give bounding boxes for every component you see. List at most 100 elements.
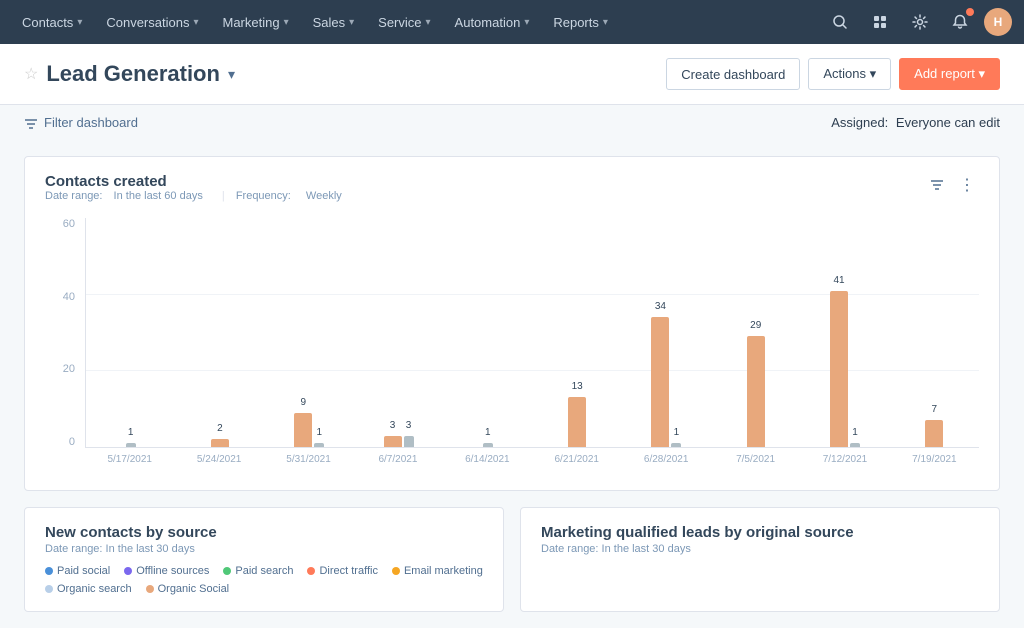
x-label: 6/21/2021 [532,454,621,465]
bar-gray[interactable]: 1 [850,443,860,447]
bar-orange[interactable]: 2 [211,439,229,447]
legend-label: Paid social [57,565,110,577]
chevron-down-icon: ▾ [524,17,529,28]
settings-icon[interactable] [904,6,936,38]
title-dropdown-icon[interactable]: ▾ [228,66,235,83]
x-label: 5/24/2021 [174,454,263,465]
legend-item: Offline sources [124,565,209,577]
legend-label: Email marketing [404,565,483,577]
bar-value: 1 [316,427,322,438]
bottom-right-title: Marketing qualified leads by original so… [541,524,979,541]
legend-item: Organic Social [146,583,230,595]
bar-orange[interactable]: 7 [925,420,943,447]
legend-item: Organic search [45,583,132,595]
page-header: ☆ Lead Generation ▾ Create dashboard Act… [0,44,1024,105]
bar-value: 1 [674,427,680,438]
legend-dot [124,567,132,575]
x-label: 6/14/2021 [443,454,532,465]
bottom-left-title: New contacts by source [45,524,483,541]
bar-orange[interactable]: 29 [747,336,765,447]
bar-value: 2 [217,423,223,434]
nav-item-service[interactable]: Service ▾ [368,0,440,44]
bottom-right-meta: Date range: In the last 30 days [541,543,979,555]
notification-badge [966,8,974,16]
main-content: Contacts created Date range: In the last… [0,140,1024,628]
legend-item: Email marketing [392,565,483,577]
chart-filter-icon[interactable] [925,173,949,197]
bar-group: 341 [622,218,711,447]
bar-orange[interactable]: 9 [294,413,312,447]
legend-label: Organic search [57,583,132,595]
add-report-button[interactable]: Add report ▾ [899,58,1000,90]
new-contacts-by-source-card: New contacts by source Date range: In th… [24,507,504,612]
x-label: 5/17/2021 [85,454,174,465]
chevron-down-icon: ▾ [603,17,608,28]
favorite-icon[interactable]: ☆ [24,64,38,84]
legend-dot [45,585,53,593]
assigned-text: Assigned: Everyone can edit [831,115,1000,130]
bar-value: 34 [655,301,666,312]
nav-item-contacts[interactable]: Contacts ▾ [12,0,92,44]
nav-item-automation[interactable]: Automation ▾ [445,0,540,44]
page-title-area: ☆ Lead Generation ▾ [24,61,235,87]
chart-more-icon[interactable]: ⋮ [955,173,979,197]
search-icon[interactable] [824,6,856,38]
bar-group: 13 [532,218,621,447]
mql-by-source-card: Marketing qualified leads by original so… [520,507,1000,612]
filter-dashboard-button[interactable]: Filter dashboard [24,115,138,130]
nav-item-sales[interactable]: Sales ▾ [303,0,365,44]
bar-group: 1 [86,218,175,447]
bar-value: 1 [852,427,858,438]
chart-meta: Date range: In the last 60 days | Freque… [45,190,350,202]
nav-item-marketing[interactable]: Marketing ▾ [212,0,298,44]
create-dashboard-button[interactable]: Create dashboard [666,58,800,90]
bar-gray[interactable]: 3 [404,436,414,447]
header-actions: Create dashboard Actions ▾ Add report ▾ [666,58,1000,90]
notifications-icon[interactable] [944,6,976,38]
bar-gray[interactable]: 1 [671,443,681,447]
bar-gray[interactable]: 1 [483,443,493,447]
legend-item: Paid social [45,565,110,577]
legend-label: Paid search [235,565,293,577]
bar-value: 1 [128,427,134,438]
x-label: 7/5/2021 [711,454,800,465]
bar-gray[interactable]: 1 [314,443,324,447]
nav-bar: Contacts ▾ Conversations ▾ Marketing ▾ S… [0,0,1024,44]
legend-row: Paid socialOffline sourcesPaid searchDir… [45,565,483,595]
grid-icon[interactable] [864,6,896,38]
bar-group: 411 [800,218,889,447]
page-title: Lead Generation [46,61,220,87]
legend-label: Offline sources [136,565,209,577]
contacts-created-chart-card: Contacts created Date range: In the last… [24,156,1000,491]
legend-item: Paid search [223,565,293,577]
bar-gray[interactable]: 1 [126,443,136,447]
chart-area: 129133113341294117 [85,218,979,448]
bar-value: 13 [572,381,583,392]
bar-orange[interactable]: 41 [830,291,848,447]
nav-icons: H [824,6,1012,38]
chevron-down-icon: ▾ [426,17,431,28]
bar-orange[interactable]: 13 [568,397,586,447]
y-axis: 60 40 20 0 [45,218,81,448]
avatar[interactable]: H [984,8,1012,36]
chevron-down-icon: ▾ [349,17,354,28]
x-label: 5/31/2021 [264,454,353,465]
bar-orange[interactable]: 3 [384,436,402,447]
chevron-down-icon: ▾ [193,17,198,28]
x-axis: 5/17/20215/24/20215/31/20216/7/20216/14/… [85,448,979,465]
filter-bar: Filter dashboard Assigned: Everyone can … [0,105,1024,140]
chart-header: Contacts created Date range: In the last… [45,173,979,214]
filter-icon [24,116,38,130]
bar-group: 91 [265,218,354,447]
chevron-down-icon: ▾ [77,17,82,28]
legend-dot [307,567,315,575]
actions-button[interactable]: Actions ▾ [808,58,891,90]
nav-item-reports[interactable]: Reports ▾ [543,0,618,44]
bottom-row: New contacts by source Date range: In th… [24,507,1000,612]
bar-group: 1 [443,218,532,447]
x-label: 7/19/2021 [890,454,979,465]
bar-orange[interactable]: 34 [651,317,669,447]
bar-value: 9 [300,397,306,408]
nav-item-conversations[interactable]: Conversations ▾ [96,0,208,44]
bar-group: 2 [175,218,264,447]
